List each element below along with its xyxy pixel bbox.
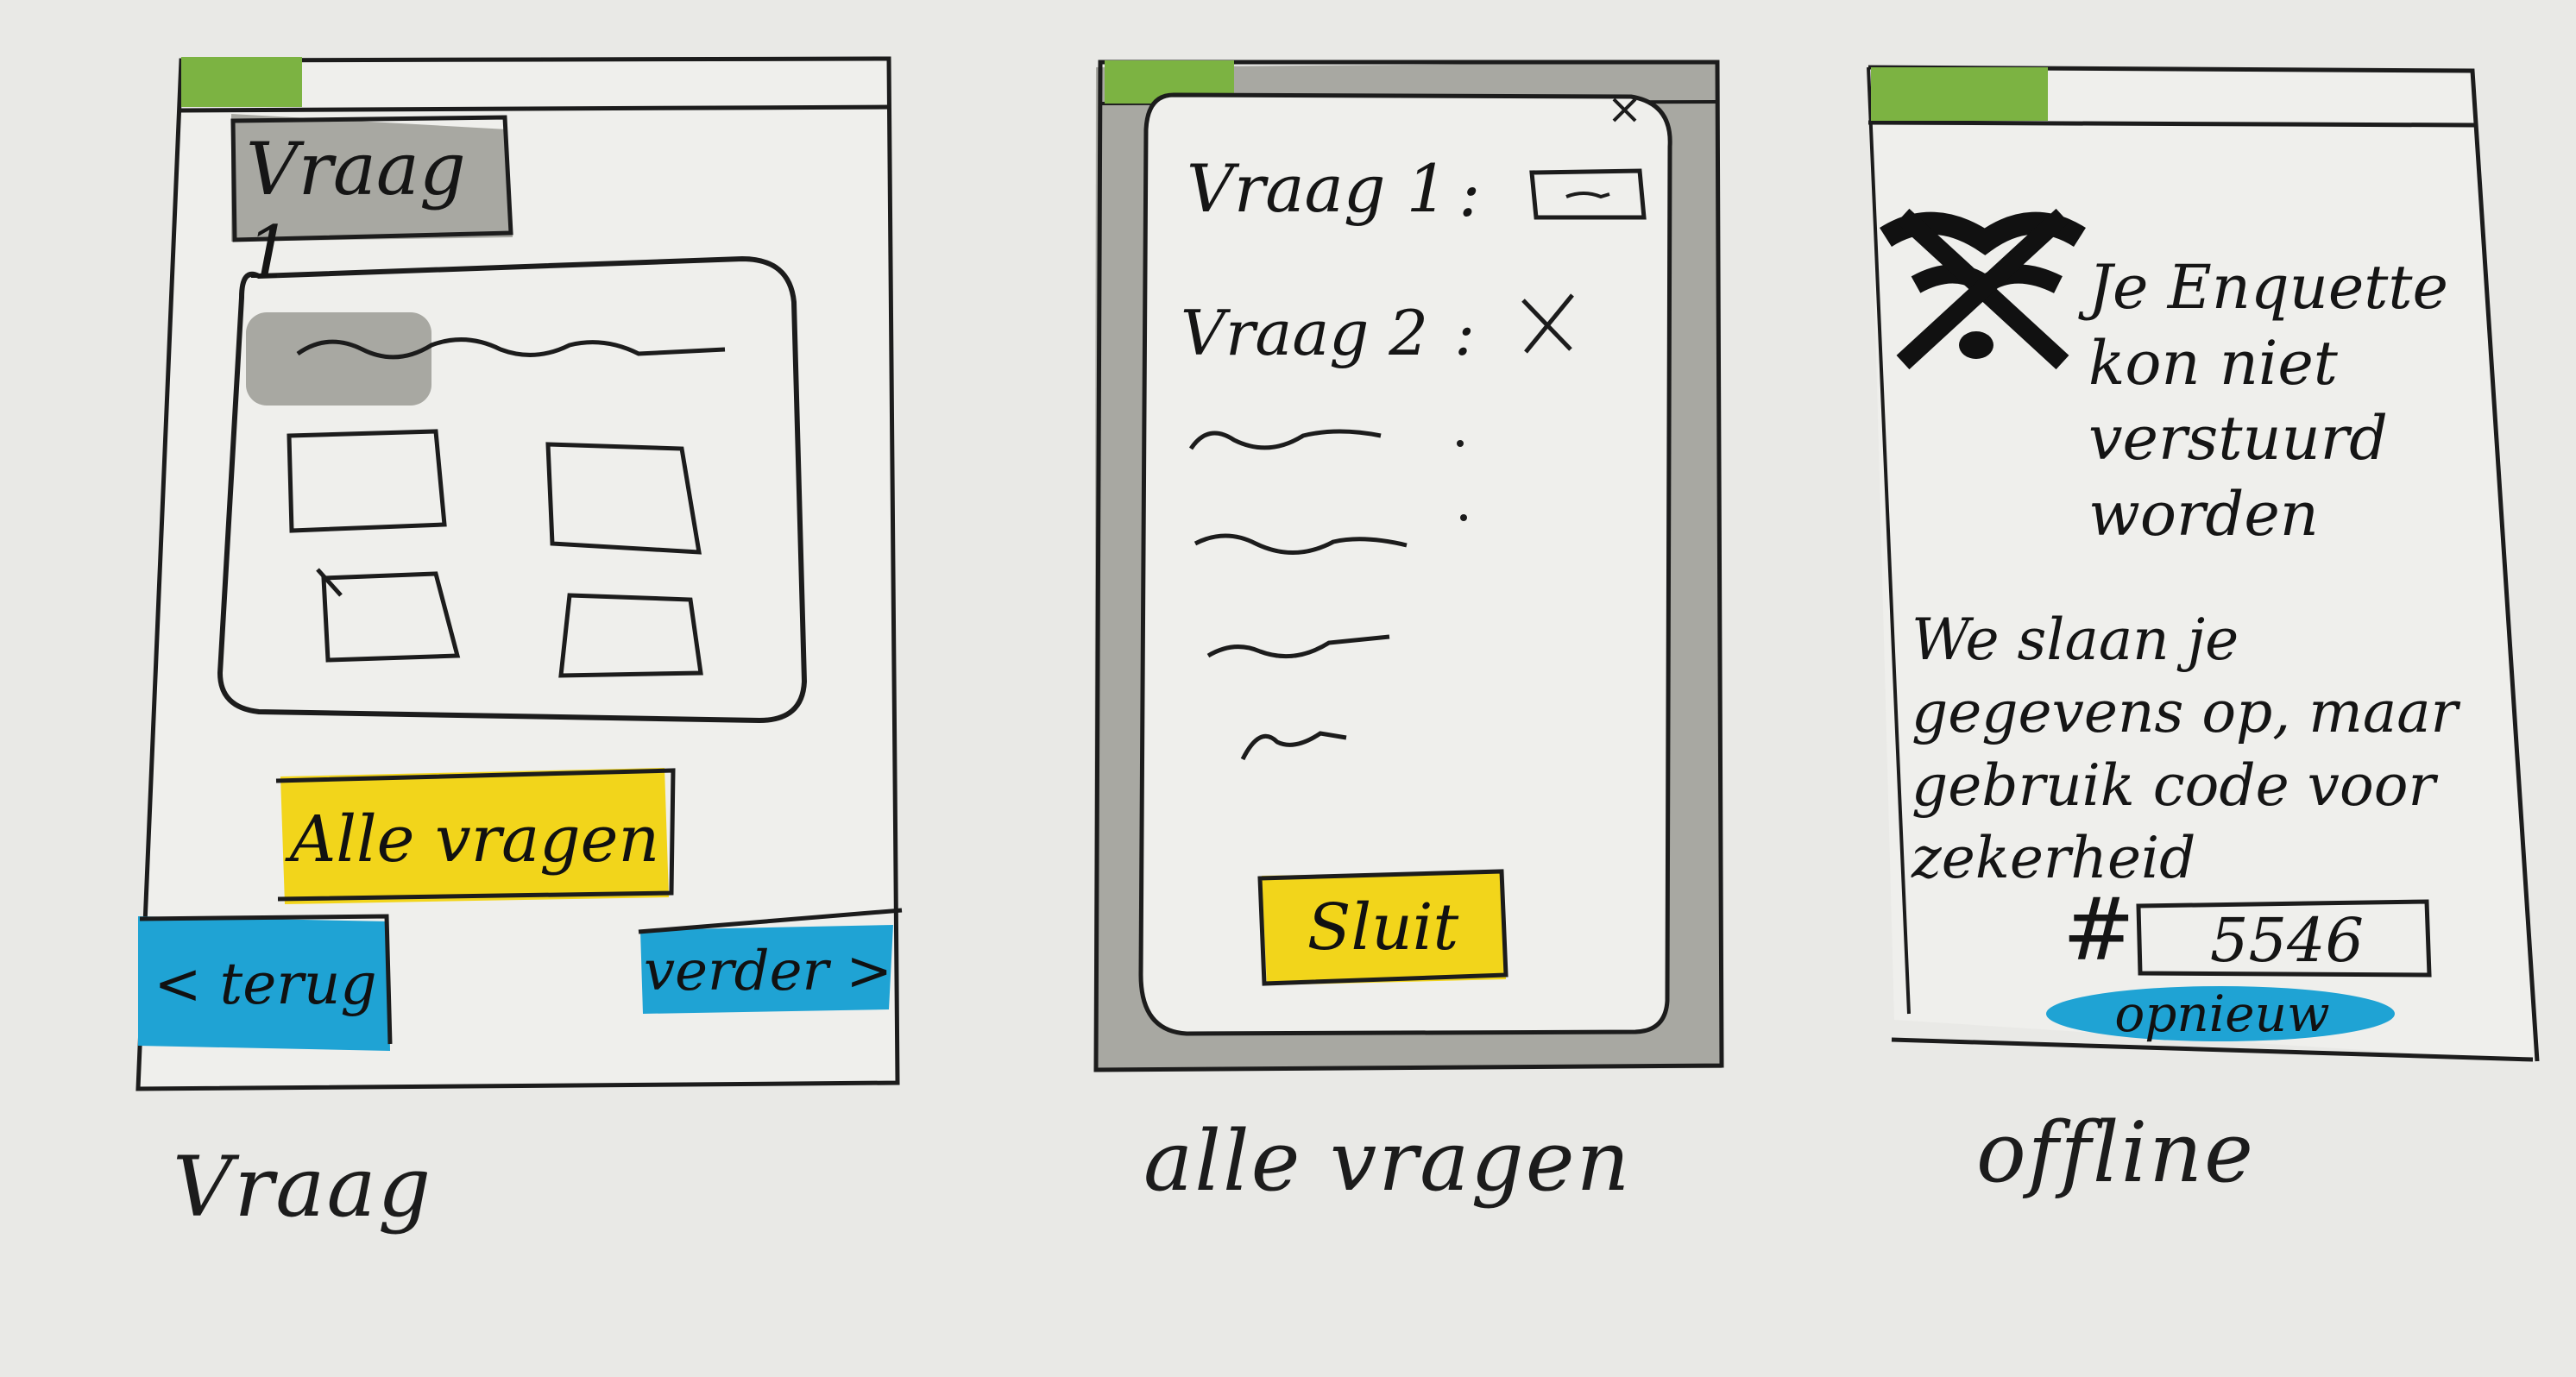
hash-sign: # (2063, 879, 2135, 980)
progress-bar (1871, 67, 2048, 121)
screen-offline: Je Enquette kon niet verstuurd worden We… (1812, 0, 2576, 1377)
screen-alle-vragen: Vraag 1 : Vraag 2 : Sluit alle vragen (949, 0, 1726, 1377)
all-questions-button[interactable]: Alle vragen (285, 781, 664, 897)
retry-button[interactable]: opnieuw (2050, 984, 2395, 1043)
row-label-vraag-2[interactable]: Vraag 2 (1181, 298, 1474, 369)
selected-option-bg (246, 312, 431, 406)
next-button[interactable]: verder > (643, 930, 893, 1012)
error-message: Je Enquette kon niet verstuurd worden (2088, 252, 2448, 550)
question-tab[interactable]: Vraag 1 (246, 128, 505, 294)
row-label-vraag-1[interactable]: Vraag 1 (1187, 151, 1480, 227)
close-button[interactable]: Sluit (1264, 876, 1502, 979)
caption-vraag: Vraag (173, 1139, 433, 1236)
progress-bar (181, 57, 302, 107)
row-sep-1: : (1458, 154, 1481, 231)
row-sep-2: : (1454, 297, 1476, 369)
screen-vraag: Vraag 1 Alle vragen < terug verder > Vra… (0, 0, 949, 1377)
back-button[interactable]: < terug (142, 921, 388, 1047)
caption-offline: offline (1976, 1104, 2255, 1201)
code-value[interactable]: 5546 (2166, 906, 2408, 976)
caption-alle-vragen: alle vragen (1143, 1113, 1632, 1210)
save-message: We slaan je gegevens op, maar gebruik co… (1912, 607, 2459, 892)
